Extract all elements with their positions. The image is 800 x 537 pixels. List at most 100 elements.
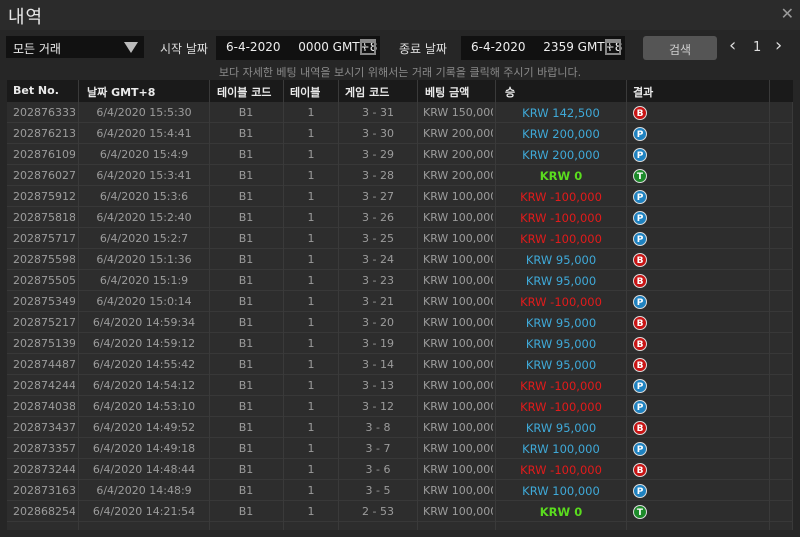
col-bet-no: Bet No.	[13, 84, 59, 97]
cell-table-code: B1	[238, 463, 254, 476]
cell-win: KRW 100,000	[522, 442, 600, 456]
table-row[interactable]: 2028759122 6/4/2020 15:3:6 B1 1 3 - 27 KRW 10…	[7, 186, 793, 207]
cell-bet-no: 2028755054	[13, 274, 75, 287]
cell-win: KRW -100,000	[520, 400, 602, 414]
result-badge-b: B	[633, 337, 647, 351]
cell-bet-no: 2028733573	[13, 442, 75, 455]
cell-win: KRW 95,000	[525, 337, 597, 351]
cell-table: 1	[307, 484, 315, 497]
table-row[interactable]: 2028744878 6/4/2020 14:55:42 B1 1 3 - 14 KRW …	[7, 354, 793, 375]
cell-date: 6/4/2020 14:53:10	[92, 400, 196, 413]
cell-table-code: B1	[238, 337, 254, 350]
table-row[interactable]: 2028732441 6/4/2020 14:48:44 B1 1 3 - 6 KRW 1…	[7, 459, 793, 480]
start-date-picker[interactable]: 6-4-2020 0000 GMT+8	[216, 36, 380, 60]
end-date-label: 종료 날짜	[399, 42, 447, 56]
cell-stake: KRW 100,000	[423, 358, 493, 371]
cell-bet-no: 2028732441	[13, 463, 75, 476]
table-row[interactable]: 2028760272 6/4/2020 15:3:41 B1 1 3 - 28 KRW 2…	[7, 165, 793, 186]
search-button[interactable]: 검색	[643, 36, 717, 60]
cell-stake: KRW 200,000	[423, 127, 493, 140]
cell-table: 1	[307, 358, 315, 371]
cell-game-code: 3 - 25	[362, 232, 394, 245]
cell-date: 6/4/2020 15:4:9	[99, 148, 189, 161]
cell-game-code: 3 - 27	[362, 190, 394, 203]
cell-table: 1	[307, 337, 315, 350]
table-row[interactable]: 2028763335 6/4/2020 15:5:30 B1 1 3 - 31 KRW 1…	[7, 102, 793, 123]
cell-table: 1	[307, 253, 315, 266]
table-row[interactable]: 2028682549 6/4/2020 14:21:54 B1 1 2 - 53 KRW …	[7, 501, 793, 522]
filter-bar: 모든 거래 시작 날짜 6-4-2020 0000 GMT+8 종료 날짜 6-…	[0, 32, 800, 62]
table-row[interactable]: 2028740380 6/4/2020 14:53:10 B1 1 3 - 12 KRW …	[7, 396, 793, 417]
column-divider	[769, 80, 770, 530]
cell-date: 6/4/2020 14:49:52	[92, 421, 196, 434]
cell-table-code: B1	[238, 169, 254, 182]
cell-table-code: B1	[238, 211, 254, 224]
table-row[interactable]: 2028755054 6/4/2020 15:1:9 B1 1 3 - 23 KRW 10…	[7, 270, 793, 291]
column-divider	[338, 80, 339, 530]
cell-win: KRW 142,500	[522, 106, 600, 120]
cell-stake: KRW 100,000	[423, 442, 493, 455]
cell-game-code: 3 - 24	[362, 253, 394, 266]
cell-table: 1	[307, 505, 315, 518]
cell-date: 6/4/2020 15:1:9	[99, 274, 189, 287]
close-icon[interactable]: ✕	[781, 4, 794, 23]
table-row[interactable]: 2028742449 6/4/2020 14:54:12 B1 1 3 - 13 KRW …	[7, 375, 793, 396]
table-row[interactable]: 2028734370 6/4/2020 14:49:52 B1 1 3 - 8 KRW 1…	[7, 417, 793, 438]
cell-stake: KRW 100,000	[423, 274, 493, 287]
result-badge-t: T	[633, 505, 647, 519]
prev-page-button[interactable]: ‹	[729, 35, 736, 56]
cell-bet-no: 2028740380	[13, 400, 75, 413]
cell-date: 6/4/2020 14:21:54	[92, 505, 196, 518]
cell-table: 1	[307, 295, 315, 308]
table-row[interactable]: 2028757179 6/4/2020 15:2:7 B1 1 3 - 25 KRW 10…	[7, 228, 793, 249]
table-row[interactable]: 2028755988 6/4/2020 15:1:36 B1 1 3 - 24 KRW 1…	[7, 249, 793, 270]
cell-table-code: B1	[238, 505, 254, 518]
table-row[interactable]: 2028731635 6/4/2020 14:48:9 B1 1 3 - 5 KRW 10…	[7, 480, 793, 501]
cell-stake: KRW 100,000	[423, 484, 493, 497]
cell-table-code: B1	[238, 274, 254, 287]
cell-win: KRW -100,000	[520, 295, 602, 309]
cell-win: KRW -100,000	[520, 379, 602, 393]
table-row[interactable]: 2028761092 6/4/2020 15:4:9 B1 1 3 - 29 KRW 20…	[7, 144, 793, 165]
cell-stake: KRW 100,000	[423, 505, 493, 518]
cell-win: KRW 95,000	[525, 274, 597, 288]
result-badge-b: B	[633, 253, 647, 267]
cell-stake: KRW 100,000	[423, 211, 493, 224]
cell-date: 6/4/2020 14:48:9	[96, 484, 192, 497]
transaction-type-select[interactable]: 모든 거래	[6, 36, 144, 58]
cell-table-code: B1	[238, 295, 254, 308]
calendar-icon[interactable]	[360, 39, 376, 55]
calendar-icon[interactable]	[605, 39, 621, 55]
cell-stake: KRW 100,000	[423, 190, 493, 203]
table-row[interactable]: 2028758183 6/4/2020 15:2:40 B1 1 3 - 26 KRW 1…	[7, 207, 793, 228]
table-row[interactable]: 2028753499 6/4/2020 15:0:14 B1 1 3 - 21 KRW 1…	[7, 291, 793, 312]
cell-table-code: B1	[238, 232, 254, 245]
result-badge-p: P	[633, 442, 647, 456]
col-win: 승	[505, 86, 516, 99]
cell-game-code: 3 - 19	[362, 337, 394, 350]
cell-date: 6/4/2020 14:49:18	[92, 442, 196, 455]
cell-win: KRW 100,000	[522, 484, 600, 498]
cell-game-code: 3 - 28	[362, 169, 394, 182]
cell-table-code: B1	[238, 190, 254, 203]
result-badge-p: P	[633, 127, 647, 141]
next-page-button[interactable]: ›	[775, 35, 782, 56]
table-row[interactable]: 2028733573 6/4/2020 14:49:18 B1 1 3 - 7 KRW 1…	[7, 438, 793, 459]
cell-game-code: 3 - 30	[362, 127, 394, 140]
cell-win: KRW 95,000	[525, 421, 597, 435]
cell-table-code: B1	[238, 358, 254, 371]
cell-win: KRW 0	[539, 505, 583, 519]
cell-game-code: 2 - 53	[362, 505, 394, 518]
table-row[interactable]: 2028752172 6/4/2020 14:59:34 B1 1 3 - 20 KRW …	[7, 312, 793, 333]
cell-game-code: 3 - 5	[365, 484, 391, 497]
start-date-label: 시작 날짜	[160, 42, 208, 56]
cell-table: 1	[307, 190, 315, 203]
result-badge-b: B	[633, 316, 647, 330]
cell-win: KRW 200,000	[522, 148, 600, 162]
table-row[interactable]: 2028762132 6/4/2020 15:4:41 B1 1 3 - 30 KRW 2…	[7, 123, 793, 144]
cell-stake: KRW 100,000	[423, 316, 493, 329]
cell-table: 1	[307, 379, 315, 392]
table-row[interactable]: 2028751390 6/4/2020 14:59:12 B1 1 3 - 19 KRW …	[7, 333, 793, 354]
end-date-picker[interactable]: 6-4-2020 2359 GMT+8	[461, 36, 625, 60]
cell-win: KRW 95,000	[525, 358, 597, 372]
